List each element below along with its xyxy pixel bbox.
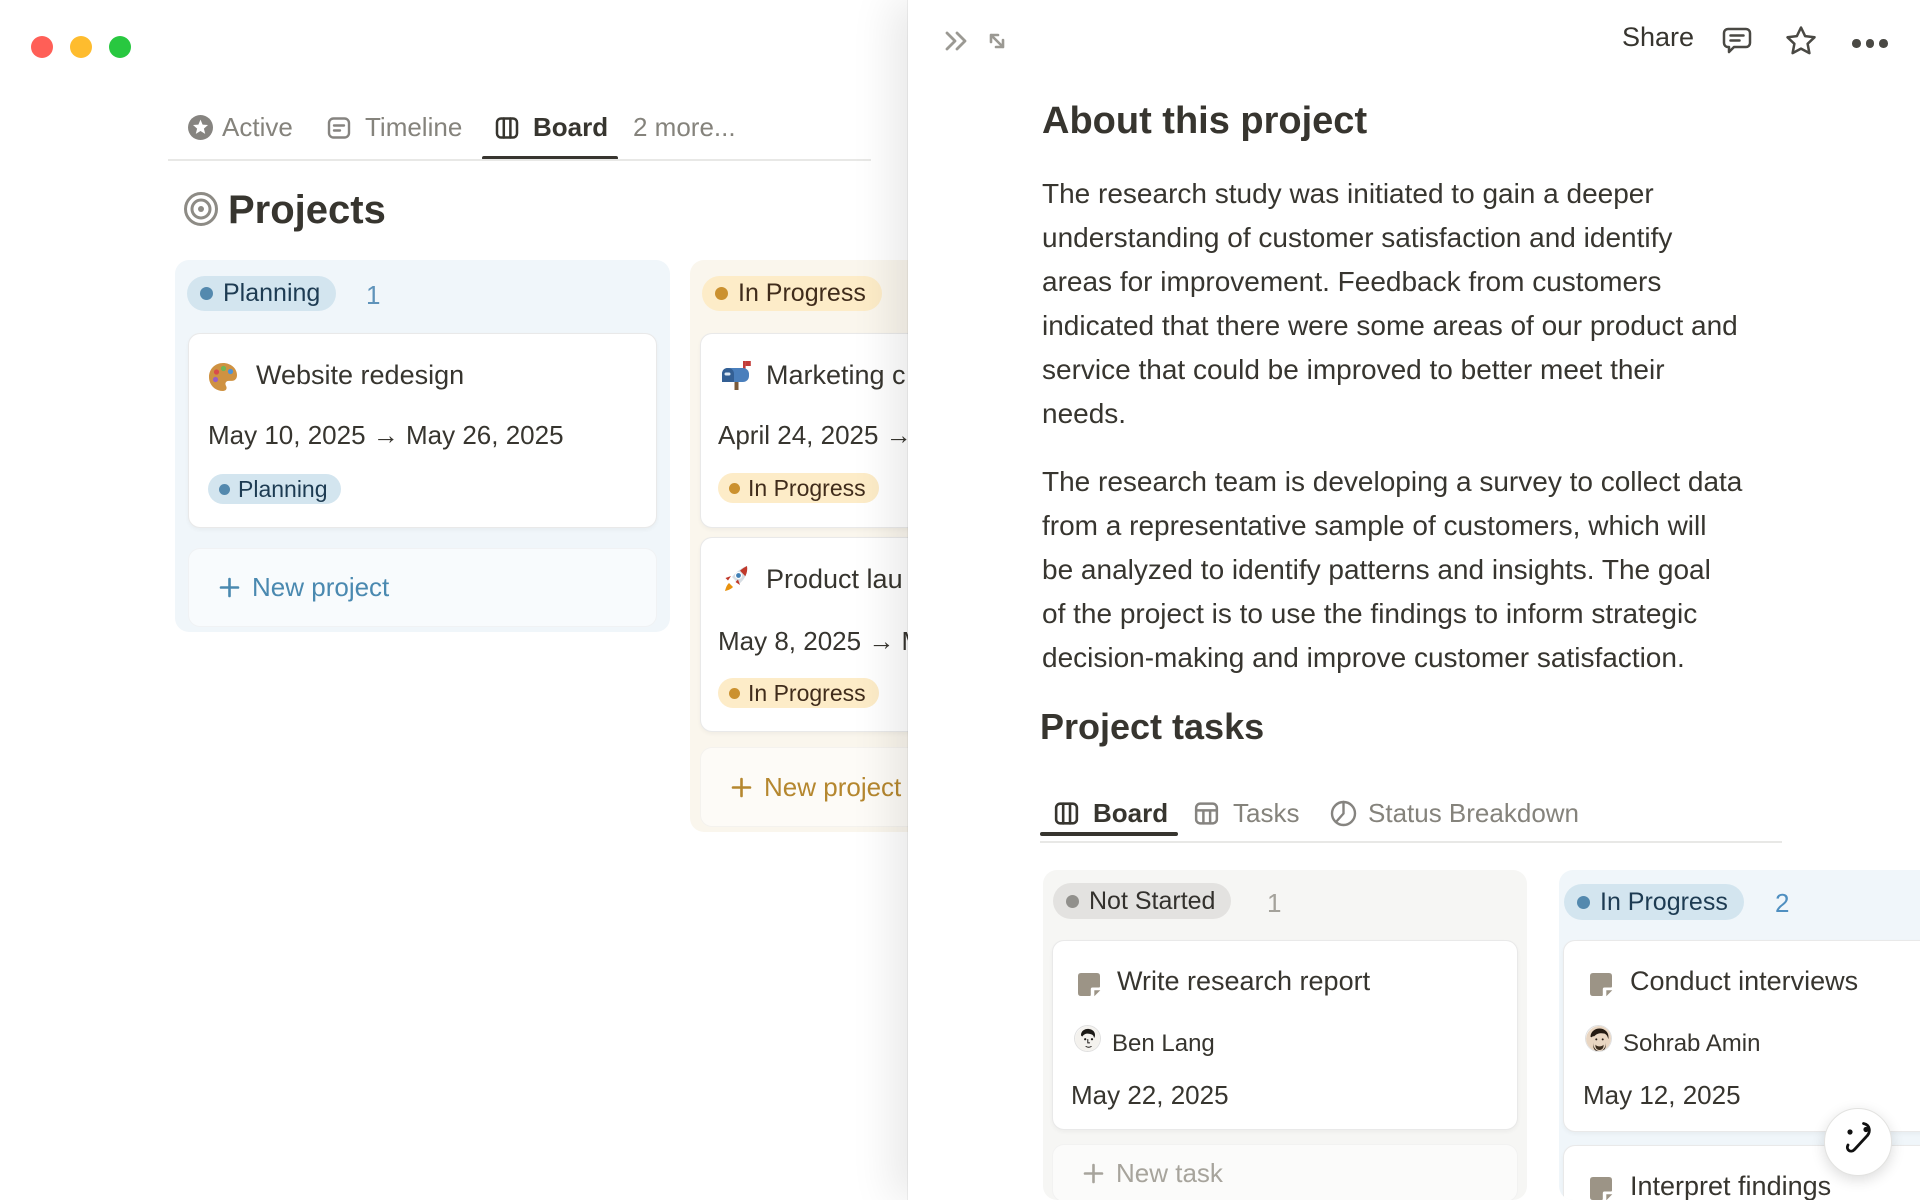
- tasks-table-icon: [1192, 799, 1221, 833]
- card-date-range: May 8, 2025 → Ma: [718, 626, 938, 656]
- column-status-badge[interactable]: Planning: [187, 276, 337, 311]
- doc-paragraph-1: The research study was initiated to gain…: [1042, 178, 1738, 429]
- note-icon: [1586, 1173, 1616, 1200]
- zoom-window-button[interactable]: [109, 36, 131, 58]
- share-button[interactable]: Share: [1622, 22, 1694, 53]
- status-dot-icon: [729, 482, 740, 494]
- tabs-divider: [1040, 841, 1782, 843]
- timeline-view-icon: [325, 114, 353, 147]
- status-dot-icon: [219, 483, 230, 495]
- tab-active[interactable]: Active: [222, 112, 293, 142]
- column-count: 1: [1267, 888, 1282, 918]
- bullseye-page-icon[interactable]: [182, 190, 220, 233]
- minimize-window-button[interactable]: [70, 36, 92, 58]
- avatar-ben-lang: [1074, 1025, 1101, 1052]
- plus-icon: [219, 577, 240, 598]
- plus-icon: [731, 777, 752, 797]
- card-status-badge: In Progress: [718, 473, 879, 503]
- notion-window: Active Timeline Board 2 more... Projects…: [0, 0, 1920, 1200]
- doc-heading-about: About this project: [1042, 100, 1368, 142]
- doc-heading-project-tasks: Project tasks: [1040, 706, 1265, 747]
- doc-paragraph-2: The research team is developing a survey…: [1042, 466, 1743, 673]
- column-status-badge[interactable]: In Progress: [702, 276, 882, 311]
- ai-face-icon: [1846, 1122, 1871, 1153]
- tab-board[interactable]: Board: [1093, 798, 1168, 828]
- close-peek-chevrons-icon[interactable]: [941, 26, 971, 61]
- card-date: May 22, 2025: [1071, 1080, 1229, 1110]
- status-dot-icon: [715, 287, 728, 300]
- note-icon: [1074, 969, 1104, 1004]
- column-count: 1: [366, 280, 381, 310]
- tab-status-breakdown[interactable]: Status Breakdown: [1368, 798, 1579, 828]
- note-icon: [1586, 969, 1616, 1004]
- status-dot-icon: [729, 687, 740, 699]
- board-view-icon: [1052, 799, 1081, 833]
- card-status-badge: Planning: [208, 474, 341, 504]
- favorite-star-icon[interactable]: [1783, 23, 1819, 64]
- tab-board[interactable]: Board: [533, 112, 608, 142]
- status-breakdown-chart-icon: [1328, 798, 1359, 834]
- mailbox-icon: [719, 359, 753, 398]
- column-status-badge[interactable]: In Progress: [1564, 884, 1744, 920]
- card-date-range: May 10, 2025 → May 26, 2025: [208, 420, 564, 450]
- card-title: Marketing c: [766, 360, 906, 390]
- expand-page-icon[interactable]: [982, 26, 1012, 61]
- tab-tasks[interactable]: Tasks: [1233, 798, 1299, 828]
- status-dot-icon: [200, 287, 213, 300]
- tab-timeline[interactable]: Timeline: [365, 112, 462, 142]
- board-column-planning: Planning 1 Website redesign May 10, 2025…: [175, 260, 670, 632]
- card-date: May 12, 2025: [1583, 1080, 1741, 1110]
- card-title: Interpret findings: [1630, 1171, 1832, 1200]
- notion-ai-button[interactable]: [1824, 1108, 1892, 1176]
- side-peek-panel: Share About this project The research st…: [908, 0, 1920, 1200]
- status-dot-icon: [1577, 895, 1590, 909]
- status-dot-icon: [1066, 894, 1079, 908]
- comments-icon[interactable]: [1720, 24, 1754, 63]
- new-task-button[interactable]: New task: [1052, 1144, 1518, 1200]
- task-card-conduct-interviews[interactable]: Conduct interviews Sohrab Amin May 12, 2…: [1563, 940, 1920, 1132]
- task-column-not-started: Not Started 1 Write research report Ben …: [1043, 870, 1527, 1200]
- card-assignee: Sohrab Amin: [1623, 1030, 1761, 1057]
- board-view-icon: [493, 114, 521, 147]
- tab-more[interactable]: 2 more...: [633, 112, 736, 142]
- rocket-icon: [719, 563, 753, 602]
- card-title: Write research report: [1117, 966, 1371, 996]
- task-card-write-research-report[interactable]: Write research report Ben Lang May 22, 2…: [1052, 940, 1518, 1130]
- card-title: Website redesign: [256, 360, 465, 390]
- card-assignee: Ben Lang: [1112, 1030, 1215, 1057]
- tabs-divider: [168, 159, 871, 161]
- project-card-website-redesign[interactable]: Website redesign May 10, 2025 → May 26, …: [188, 333, 657, 528]
- card-title: Conduct interviews: [1630, 966, 1859, 996]
- page-title: Projects: [228, 188, 386, 232]
- new-project-button[interactable]: New project: [188, 548, 657, 627]
- plus-icon: [1083, 1163, 1104, 1183]
- column-count: 2: [1775, 888, 1790, 918]
- column-status-badge[interactable]: Not Started: [1053, 883, 1232, 919]
- avatar-sohrab-amin: [1585, 1025, 1612, 1052]
- more-options-button[interactable]: [1852, 39, 1888, 48]
- active-view-star-icon: [187, 114, 214, 146]
- palette-icon: [206, 360, 240, 399]
- active-tab-underline: [1040, 832, 1178, 836]
- card-status-badge: In Progress: [718, 678, 879, 708]
- close-window-button[interactable]: [31, 36, 53, 58]
- card-title: Product lau: [766, 564, 903, 594]
